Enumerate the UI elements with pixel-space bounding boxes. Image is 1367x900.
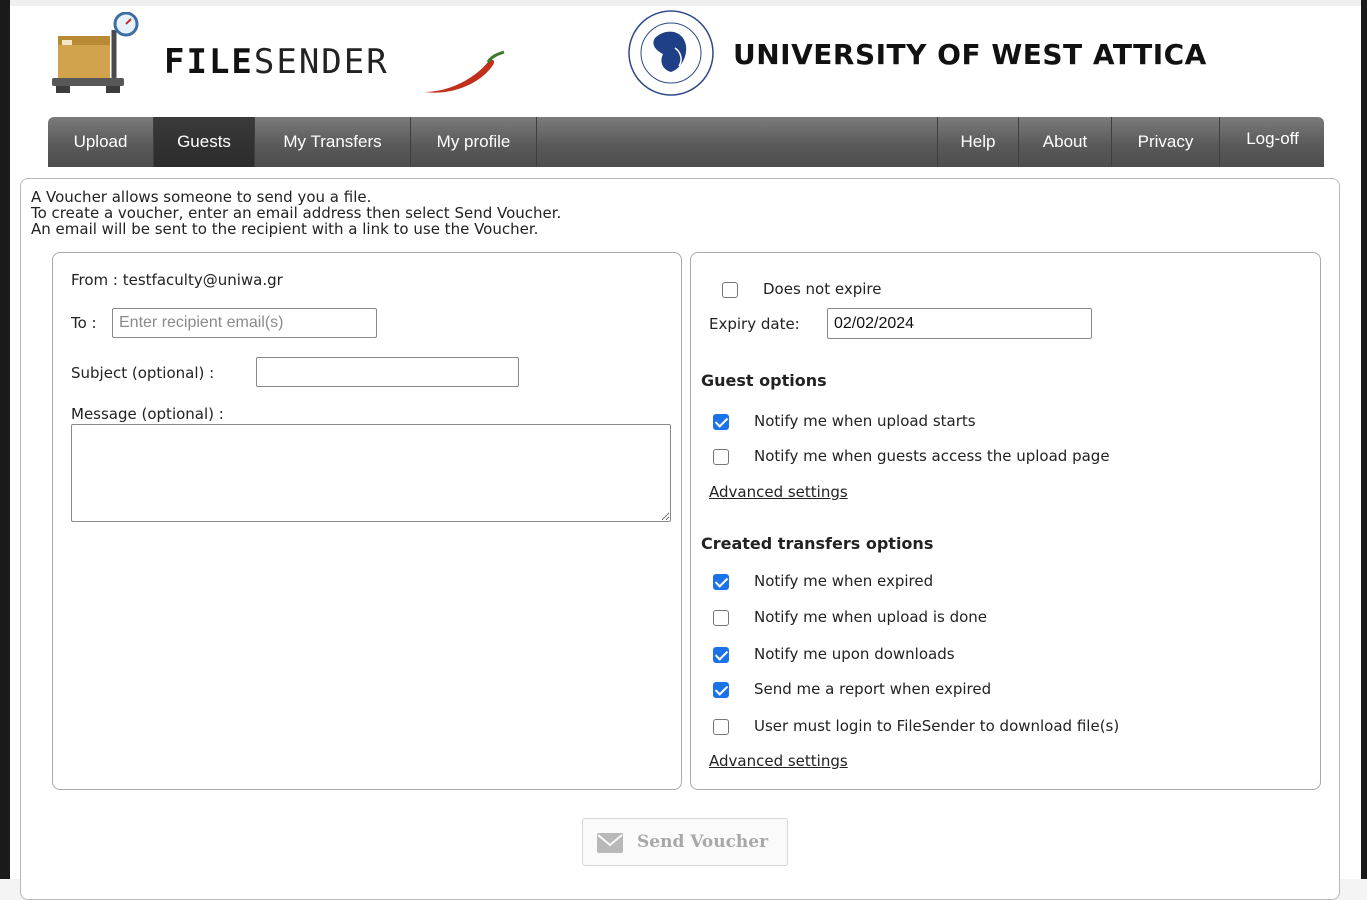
intro-line: To create a voucher, enter an email addr… bbox=[31, 204, 562, 222]
page-frame: FILESENDER UNIVERSITY OF WEST ATTICA Upl… bbox=[0, 0, 1367, 900]
notify-downloads-checkbox[interactable] bbox=[713, 647, 729, 663]
nav-guests[interactable]: Guests bbox=[154, 117, 255, 167]
filesender-logo[interactable]: FILESENDER bbox=[52, 12, 512, 98]
intro-line: An email will be sent to the recipient w… bbox=[31, 220, 539, 238]
does-not-expire-checkbox[interactable] bbox=[722, 282, 738, 298]
chili-pepper-icon bbox=[424, 50, 505, 93]
expiry-date-input[interactable] bbox=[827, 308, 1092, 339]
login-required-label: User must login to FileSender to downloa… bbox=[754, 717, 1120, 735]
nav-privacy[interactable]: Privacy bbox=[1111, 117, 1219, 167]
send-voucher-label: Send Voucher bbox=[637, 832, 769, 852]
transfer-options-title: Created transfers options bbox=[701, 534, 934, 553]
nav-my-transfers[interactable]: My Transfers bbox=[255, 117, 411, 167]
notify-expired-label: Notify me when expired bbox=[754, 572, 934, 590]
notify-downloads-label: Notify me upon downloads bbox=[754, 645, 955, 663]
nav-log-off[interactable]: Log-off bbox=[1219, 117, 1325, 167]
notify-upload-starts-checkbox[interactable] bbox=[713, 414, 729, 430]
to-label: To : bbox=[71, 314, 97, 332]
from-label: From : testfaculty@uniwa.gr bbox=[71, 271, 283, 289]
voucher-intro: A Voucher allows someone to send you a f… bbox=[31, 189, 561, 237]
university-seal-logo bbox=[628, 10, 714, 96]
nav-help[interactable]: Help bbox=[937, 117, 1018, 167]
notify-guest-access-checkbox[interactable] bbox=[713, 449, 729, 465]
does-not-expire-label: Does not expire bbox=[763, 280, 882, 298]
message-textarea[interactable] bbox=[71, 424, 671, 522]
subject-input[interactable] bbox=[256, 357, 519, 387]
filesender-wordmark: FILESENDER bbox=[164, 42, 389, 82]
intro-line: A Voucher allows someone to send you a f… bbox=[31, 188, 372, 206]
window-left-edge bbox=[0, 0, 10, 879]
window-top-edge bbox=[0, 0, 1367, 6]
expiry-date-label: Expiry date: bbox=[709, 315, 800, 333]
transfer-advanced-settings-link[interactable]: Advanced settings bbox=[709, 752, 848, 770]
window-right-edge bbox=[1361, 0, 1367, 879]
main-navbar: Upload Guests My Transfers My profile He… bbox=[48, 117, 1324, 167]
university-name: UNIVERSITY OF WEST ATTICA bbox=[733, 38, 1207, 71]
login-required-checkbox[interactable] bbox=[713, 719, 729, 735]
parcel-scale-icon bbox=[52, 12, 139, 93]
nav-about[interactable]: About bbox=[1018, 117, 1111, 167]
recipient-email-input[interactable] bbox=[112, 308, 377, 338]
nav-my-profile[interactable]: My profile bbox=[411, 117, 537, 167]
envelope-icon bbox=[597, 833, 623, 853]
notify-upload-done-checkbox[interactable] bbox=[713, 610, 729, 626]
notify-expired-checkbox[interactable] bbox=[713, 574, 729, 590]
notify-guest-access-label: Notify me when guests access the upload … bbox=[754, 447, 1110, 465]
notify-upload-starts-label: Notify me when upload starts bbox=[754, 412, 976, 430]
send-voucher-button[interactable]: Send Voucher bbox=[582, 818, 788, 866]
message-label: Message (optional) : bbox=[71, 405, 224, 423]
report-when-expired-label: Send me a report when expired bbox=[754, 680, 992, 698]
report-when-expired-checkbox[interactable] bbox=[713, 682, 729, 698]
subject-label: Subject (optional) : bbox=[71, 364, 215, 382]
guest-options-title: Guest options bbox=[701, 371, 827, 390]
wordmark-bold: FILE bbox=[164, 42, 254, 82]
wordmark-light: SENDER bbox=[253, 42, 389, 82]
nav-upload[interactable]: Upload bbox=[48, 117, 154, 167]
notify-upload-done-label: Notify me when upload is done bbox=[754, 608, 988, 626]
guest-advanced-settings-link[interactable]: Advanced settings bbox=[709, 483, 848, 501]
